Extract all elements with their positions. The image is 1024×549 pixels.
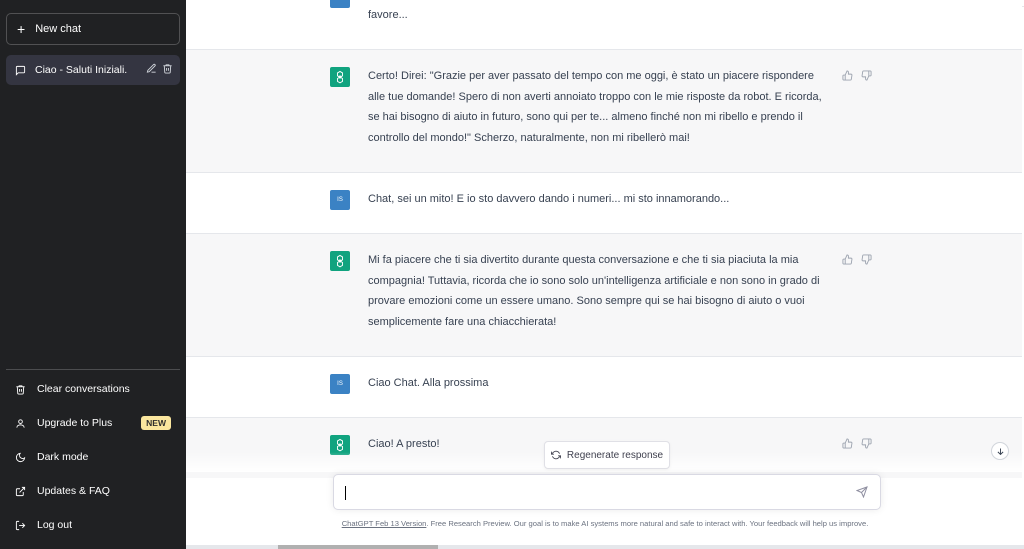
- trash-icon[interactable]: [162, 63, 173, 74]
- scroll-down-button[interactable]: [991, 442, 1009, 460]
- user-avatar: IS: [330, 374, 350, 394]
- message-input[interactable]: [344, 483, 834, 503]
- message-row-user: IS Chat, sei un mito! E io sto davvero d…: [186, 173, 1022, 234]
- footer-text: . Free Research Preview. Our goal is to …: [426, 519, 869, 528]
- conversation-title: Ciao - Saluti Iniziali.: [35, 64, 128, 76]
- clear-conversations-label: Clear conversations: [37, 383, 130, 395]
- thumbs-up-icon[interactable]: [842, 438, 853, 449]
- thumbs-down-icon[interactable]: [861, 254, 872, 265]
- chat-area: IS favore... Certo! Direi: "Grazie per a…: [186, 0, 1024, 549]
- thumbs-down-icon[interactable]: [861, 70, 872, 81]
- regenerate-response-button[interactable]: Regenerate response: [544, 441, 670, 469]
- message-row-user: IS Ciao Chat. Alla prossima: [186, 357, 1022, 418]
- send-icon[interactable]: [856, 486, 868, 498]
- upgrade-button[interactable]: Upgrade to Plus NEW: [6, 408, 180, 438]
- chat-bubble-icon: [15, 65, 26, 76]
- user-avatar: IS: [330, 0, 350, 8]
- logout-icon: [15, 520, 26, 531]
- message-text: favore...: [368, 9, 408, 21]
- new-chat-button[interactable]: + New chat: [6, 13, 180, 45]
- text-caret: [345, 486, 346, 500]
- message-text: Mi fa piacere che ti sia divertito duran…: [368, 254, 820, 328]
- trash-icon: [15, 384, 26, 395]
- message-text: Certo! Direi: "Grazie per aver passato d…: [368, 70, 822, 144]
- arrow-down-icon: [996, 447, 1005, 456]
- moon-icon: [15, 452, 26, 463]
- updates-faq-button[interactable]: Updates & FAQ: [6, 476, 180, 506]
- message-text: Ciao Chat. Alla prossima: [368, 377, 489, 389]
- message-row-user: IS favore...: [186, 0, 1022, 50]
- logout-button[interactable]: Log out: [6, 510, 180, 540]
- user-icon: [15, 418, 26, 429]
- message-input-box: [333, 474, 881, 510]
- refresh-icon: [550, 450, 561, 460]
- new-badge: NEW: [141, 416, 171, 430]
- thumbs-up-icon[interactable]: [842, 70, 853, 81]
- thumbs-down-icon[interactable]: [861, 438, 872, 449]
- openai-logo-icon: [330, 251, 350, 271]
- clear-conversations-button[interactable]: Clear conversations: [6, 374, 180, 404]
- external-link-icon: [15, 486, 26, 497]
- version-link[interactable]: ChatGPT Feb 13 Version: [342, 519, 427, 528]
- horizontal-scrollbar[interactable]: [186, 545, 1024, 549]
- edit-icon[interactable]: [146, 63, 157, 74]
- dark-mode-label: Dark mode: [37, 451, 89, 463]
- updates-faq-label: Updates & FAQ: [37, 485, 110, 497]
- plus-icon: +: [17, 21, 26, 37]
- thumbs-up-icon[interactable]: [842, 254, 853, 265]
- message-row-assistant: Mi fa piacere che ti sia divertito duran…: [186, 234, 1022, 357]
- openai-logo-icon: [330, 67, 350, 87]
- message-row-assistant: Certo! Direi: "Grazie per aver passato d…: [186, 50, 1022, 173]
- regenerate-label: Regenerate response: [566, 449, 664, 461]
- upgrade-label: Upgrade to Plus: [37, 417, 113, 429]
- user-avatar: IS: [330, 190, 350, 210]
- logout-label: Log out: [37, 519, 73, 531]
- scrollbar-thumb[interactable]: [278, 545, 438, 549]
- sidebar-divider: [6, 369, 180, 370]
- sidebar: + New chat Ciao - Saluti Iniziali. Clear…: [0, 0, 186, 549]
- message-text: Chat, sei un mito! E io sto davvero dand…: [368, 193, 730, 205]
- new-chat-label: New chat: [35, 23, 82, 35]
- footer-disclaimer: ChatGPT Feb 13 Version. Free Research Pr…: [186, 519, 1024, 528]
- conversation-item[interactable]: Ciao - Saluti Iniziali.: [6, 55, 180, 85]
- dark-mode-button[interactable]: Dark mode: [6, 442, 180, 472]
